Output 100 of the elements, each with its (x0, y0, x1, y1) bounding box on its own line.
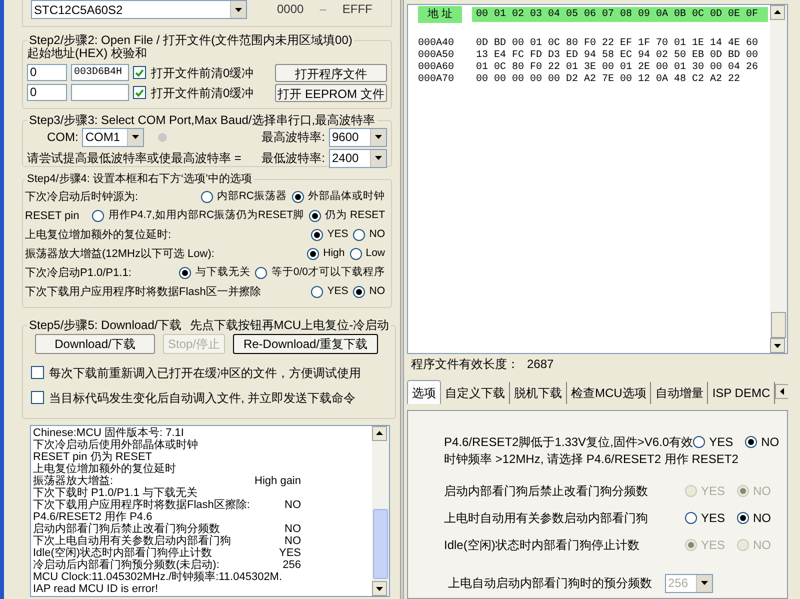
min-baud-label: 最低波特率: (262, 150, 325, 167)
checkmark-icon (135, 88, 144, 96)
scroll-thumb[interactable] (373, 509, 388, 579)
option-label: 上电自动启动内部看门狗时的预分频数 (448, 575, 652, 592)
checkbox-option[interactable]: 每次下载前重新调入已打开在缓冲区的文件，方便调试使用 (31, 364, 361, 382)
log-value: 256 (282, 559, 302, 571)
log-value: NO (284, 535, 302, 547)
download-button[interactable]: Download/下载 (35, 334, 155, 354)
address-field[interactable]: 0 (27, 64, 67, 81)
group-title: Step4/步骤4: 设置本框和右下方‘选项’中的选项 (26, 172, 253, 187)
radio-option[interactable]: NO (353, 227, 385, 243)
log-line: 下次下载时 P1.0/P1.1 与下载无关 (33, 487, 198, 499)
hex-address: 000A60 (418, 62, 456, 74)
radio-option[interactable]: Low (350, 246, 385, 262)
range-end: EFFF (342, 1, 372, 18)
tab-scroll-left-icon[interactable] (775, 384, 788, 398)
hex-address: 000A70 (418, 74, 456, 86)
log-line: Chinese:MCU 固件版本号: 7.1I (33, 427, 185, 439)
radio-option[interactable]: YES (693, 432, 734, 450)
hex-bytes: 00 00 00 00 00 D2 A2 7E 00 12 0A 48 C2 A2 22 (475, 74, 740, 86)
hex-bytes: 01 0C 80 F0 22 01 3E 00 01 2E 00 01 30 00 04 26 (475, 62, 758, 74)
open-file-button[interactable]: 打开程序文件 (275, 64, 387, 82)
radio-option[interactable]: NO (745, 432, 780, 450)
checkbox-option[interactable]: 当目标代码发生变化后自动调入文件, 并立即发送下载命令 (31, 388, 356, 406)
log-line: 启动内部看门狗后禁止改看门狗分频数 (33, 523, 220, 535)
option-label: 下次冷启动后时钟源为: (25, 190, 138, 205)
log-line: RESET pin 仍为 RESET (33, 451, 153, 463)
range-start: 0000 (277, 1, 304, 18)
scroll-down-icon[interactable] (372, 581, 387, 596)
option-label: 振荡器放大增益(12MHz以下可选 Low): (25, 246, 214, 262)
radio-option[interactable]: 仍为 RESET (309, 208, 385, 224)
tab[interactable]: 检查MCU选项 (567, 382, 652, 404)
radio-option[interactable]: YES (684, 508, 725, 526)
field-caption: 起始地址(HEX) 校验和 (27, 46, 148, 61)
log-line: 振荡器放大增益: (33, 475, 114, 487)
log-line: P4.6/RESET2 用作 P4.6 (33, 511, 154, 523)
com-label: COM: (46, 129, 78, 146)
option-label: 下次冷启动P1.0/P1.1: (25, 266, 132, 281)
radio-option[interactable]: 与下载无关 (179, 265, 250, 281)
baud-hint: 请尝试提高最低波特率或使最高波特率 = (27, 150, 242, 167)
scroll-thumb[interactable] (771, 312, 786, 338)
tab[interactable]: 选项 (407, 380, 441, 404)
log-value: High gain (254, 475, 302, 487)
radio-option[interactable]: YES (311, 284, 348, 300)
hex-address: 000A40 (418, 38, 456, 50)
dropdown[interactable]: STC12C5A60S2 (31, 0, 247, 19)
radio-option[interactable]: 用作P4.7,如用内部RC振荡仍为RESET脚 (92, 208, 304, 224)
open-file-button[interactable]: 打开 EEPROM 文件 (275, 84, 387, 102)
file-length-value: 2687 (527, 356, 554, 373)
log-line: MCU Clock:11.045302MHz./时钟频率:11.045302M. (33, 571, 284, 583)
option-label: P4.6/RESET2脚低于1.33V复位,固件>V6.0有效 (444, 434, 694, 450)
option-label: 启动内部看门狗后禁止改看门狗分频数 (444, 482, 648, 500)
tab[interactable]: 自动增量 (651, 382, 708, 404)
status-led-icon (158, 132, 168, 142)
log-line: 冷启动后内部看门狗预分频数(未启动): (33, 559, 220, 571)
radio-option[interactable]: NO (737, 508, 771, 526)
instruction-text: 先点下载按钮再MCU上电复位-冷启动 (190, 317, 390, 334)
log-line: 下次下载用户应用程序时将数据Flash区擦除: (33, 499, 251, 511)
log-line: 下次冷启动后使用外部晶体或时钟 (33, 439, 199, 451)
address-field[interactable]: 0 (27, 84, 67, 101)
group-title: Step5/步骤5: Download/下载 (29, 317, 182, 334)
scrollbar[interactable] (372, 426, 389, 596)
radio-option[interactable]: NO (353, 284, 385, 300)
radio-option[interactable]: High (307, 246, 345, 262)
option-label: RESET pin (25, 208, 80, 224)
address-header: 地 址 (418, 6, 462, 23)
max-baud-label: 最高波特率: (262, 129, 325, 146)
checkbox-option[interactable]: 打开文件前清0缓冲 (133, 64, 254, 82)
scroll-up-icon[interactable] (770, 5, 785, 20)
dropdown[interactable]: 9600 (329, 128, 387, 146)
hex-bytes: 0D BD 00 01 0C 80 F0 22 EF 1F 70 01 1E 14 4E 60 (475, 38, 758, 50)
radio-option[interactable]: 外部晶体或时钟 (292, 189, 385, 205)
log-line: 上电复位增加额外的复位延时 (33, 463, 177, 475)
scrollbar[interactable] (770, 5, 787, 353)
column-header: 00 01 02 03 04 05 06 07 08 09 0A 0B 0C 0D 0E 0F (472, 7, 768, 22)
option-note: 时钟频率 >12MHz, 请选择 P4.6/RESET2 用作 RESET2 (444, 451, 740, 467)
group-title: Step2/步骤2: Open File / 打开文件(文件范围内未用区域填00) (28, 32, 354, 47)
dropdown[interactable]: COM1 (82, 128, 144, 146)
log-line: 下次上电自动用有关参数启动内部看门狗 (33, 535, 232, 547)
file-length-label: 程序文件有效长度： (411, 356, 519, 373)
checksum-field[interactable] (71, 84, 129, 101)
radio-option[interactable]: 内部RC振荡器 (200, 189, 287, 205)
radio-option[interactable]: YES (311, 227, 348, 243)
option-label: 下次下载用户应用程序时将数据Flash区一并擦除 (25, 284, 261, 300)
dropdown[interactable]: 2400 (329, 148, 387, 168)
hex-address: 000A50 (418, 50, 456, 62)
group-title: Step3/步骤3: Select COM Port,Max Baud/选择串行口,最高波特率 (28, 112, 376, 129)
scroll-up-icon[interactable] (372, 426, 387, 441)
log-value: YES (278, 547, 302, 559)
tab[interactable]: 自定义下载 (441, 382, 510, 404)
scroll-down-icon[interactable] (770, 338, 785, 353)
checksum-field[interactable]: 003D6B4H (71, 64, 129, 81)
download-button[interactable]: Re-Download/重复下载 (233, 334, 378, 354)
checkbox-option[interactable]: 打开文件前清0缓冲 (133, 84, 254, 102)
log-value: NO (284, 499, 302, 511)
log-value: NO (284, 523, 302, 535)
log-line: IAP read MCU ID is error! (33, 583, 160, 595)
radio-option[interactable]: 等于0/0才可以下载程序 (255, 265, 385, 281)
tab[interactable]: 脱机下载 (510, 382, 567, 404)
option-label: Idle(空闲)状态时内部看门狗停止计数 (444, 536, 640, 554)
